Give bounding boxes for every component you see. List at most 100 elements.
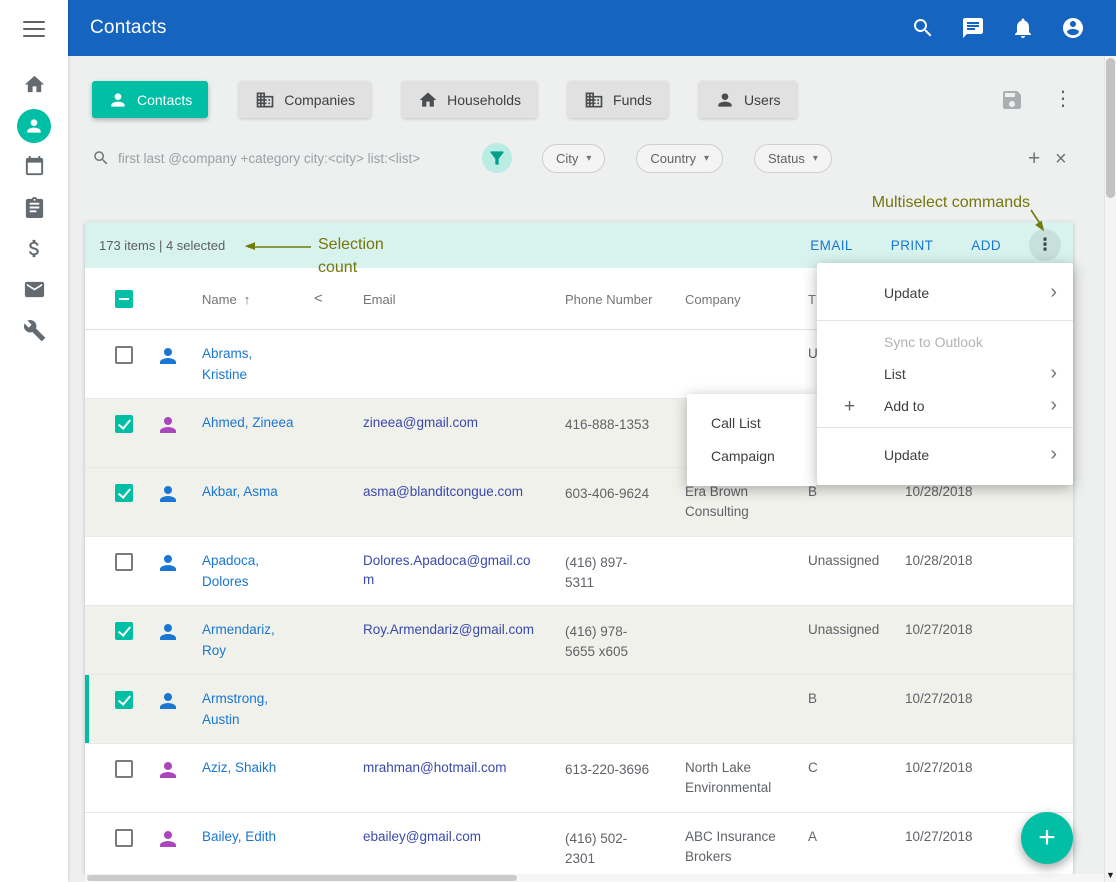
table-row[interactable]: Apadoca, Dolores Dolores.Apadoca@gmail.c… xyxy=(85,537,1073,606)
menu-item-update[interactable]: Update› xyxy=(817,271,1073,315)
menu-item-label: Update xyxy=(884,447,929,463)
add-button[interactable]: ADD xyxy=(971,238,1001,253)
annotation-selection-count: Selection count xyxy=(318,233,384,279)
row-checkbox[interactable] xyxy=(115,691,133,709)
house-icon xyxy=(418,90,438,110)
contact-name-link[interactable]: Abrams, Kristine xyxy=(202,346,252,382)
hamburger-menu-icon[interactable] xyxy=(23,21,45,42)
row-checkbox[interactable] xyxy=(115,553,133,571)
app-topbar: Contacts xyxy=(68,0,1116,56)
mail-icon xyxy=(23,278,46,301)
contact-company xyxy=(670,330,793,398)
contact-phone: (416) 897-5311 xyxy=(550,537,670,605)
filter-chip-country[interactable]: Country▾ xyxy=(636,144,723,173)
contact-email-link[interactable]: Dolores.Apadoca@gmail.com xyxy=(363,553,531,587)
person-icon xyxy=(24,116,44,136)
home-icon xyxy=(23,73,46,96)
contact-email-link[interactable]: Roy.Armendariz@gmail.com xyxy=(363,622,534,637)
person-icon xyxy=(108,90,128,110)
column-header-phone[interactable]: Phone Number xyxy=(550,268,670,329)
vertical-scrollbar[interactable]: ▼ xyxy=(1104,56,1116,882)
select-all-checkbox[interactable] xyxy=(115,290,133,308)
contact-name-link[interactable]: Bailey, Edith xyxy=(202,829,276,844)
sidebar-item-tools[interactable] xyxy=(23,310,46,351)
sidebar-item-contacts[interactable] xyxy=(17,105,51,146)
contact-name-link[interactable]: Armstrong, Austin xyxy=(202,691,268,727)
tab-contacts[interactable]: Contacts xyxy=(92,81,208,118)
contact-email-link[interactable]: asma@blanditcongue.com xyxy=(363,484,523,499)
person-avatar-icon xyxy=(156,689,180,713)
contact-email-link[interactable]: mrahman@hotmail.com xyxy=(363,760,507,775)
sidebar-item-money[interactable] xyxy=(23,228,46,269)
contact-name-link[interactable]: Aziz, Shaikh xyxy=(202,760,276,775)
chevron-down-icon: ▾ xyxy=(813,153,818,164)
add-filter-icon[interactable]: + xyxy=(1028,144,1040,174)
person-avatar-icon xyxy=(156,827,180,851)
menu-item-label: Add to xyxy=(884,398,924,414)
contact-category: Unassigned xyxy=(793,606,880,674)
contact-name-link[interactable]: Akbar, Asma xyxy=(202,484,278,499)
row-checkbox[interactable] xyxy=(115,622,133,640)
filter-chip-status[interactable]: Status▾ xyxy=(754,144,832,173)
column-header-company[interactable]: Company xyxy=(670,268,793,329)
contact-email-link[interactable]: zineea@gmail.com xyxy=(363,415,478,430)
sidebar-item-tasks[interactable] xyxy=(23,187,46,228)
chevron-right-icon: › xyxy=(1050,444,1057,464)
search-icon[interactable] xyxy=(911,16,935,40)
tab-label: Households xyxy=(447,92,521,108)
horizontal-scrollbar[interactable] xyxy=(85,874,1104,882)
row-checkbox[interactable] xyxy=(115,760,133,778)
clear-filters-icon[interactable]: × xyxy=(1055,144,1067,174)
notifications-icon[interactable] xyxy=(1011,16,1035,40)
tab-households[interactable]: Households xyxy=(402,81,537,118)
filter-chip-city[interactable]: City▾ xyxy=(542,144,605,173)
search-input[interactable] xyxy=(118,151,470,166)
menu-item-add-to[interactable]: +Add to› xyxy=(817,390,1073,422)
sidebar-item-mail[interactable] xyxy=(23,269,46,310)
person-avatar-icon xyxy=(156,551,180,575)
tab-funds[interactable]: Funds xyxy=(568,81,668,118)
chat-icon[interactable] xyxy=(961,16,985,40)
chevron-right-icon: › xyxy=(1050,395,1057,415)
table-row[interactable]: Bailey, Edith ebailey@gmail.com (416) 50… xyxy=(85,813,1073,874)
person-avatar-icon xyxy=(156,482,180,506)
horizontal-scrollbar-thumb[interactable] xyxy=(87,875,517,881)
menu-item-campaign[interactable]: Campaign xyxy=(687,440,817,473)
scroll-down-icon[interactable]: ▼ xyxy=(1105,870,1116,880)
row-checkbox[interactable] xyxy=(115,829,133,847)
row-checkbox[interactable] xyxy=(115,415,133,433)
print-button[interactable]: PRINT xyxy=(891,238,934,253)
table-row[interactable]: Aziz, Shaikh mrahman@hotmail.com 613-220… xyxy=(85,744,1073,813)
email-button[interactable]: EMAIL xyxy=(810,238,853,253)
row-checkbox[interactable] xyxy=(115,484,133,502)
chevron-down-icon: ▾ xyxy=(586,153,591,164)
chip-label: Country xyxy=(650,151,696,166)
menu-item-update-2[interactable]: Update › xyxy=(817,433,1073,477)
column-header-name[interactable]: Name↑ xyxy=(183,268,308,329)
tab-users[interactable]: Users xyxy=(699,81,797,118)
contact-date: 10/28/2018 xyxy=(880,537,990,605)
filter-button[interactable] xyxy=(482,143,512,173)
table-row[interactable]: Armendariz, Roy Roy.Armendariz@gmail.com… xyxy=(85,606,1073,675)
sidebar-item-calendar[interactable] xyxy=(23,146,46,187)
table-row[interactable]: Armstrong, Austin B 10/27/2018 xyxy=(85,675,1073,744)
view-options-kebab-icon[interactable]: ⋮ xyxy=(1051,87,1075,111)
contact-phone: (416) 502-2301 xyxy=(550,813,670,874)
contact-name-link[interactable]: Apadoca, Dolores xyxy=(202,553,259,589)
vertical-scrollbar-thumb[interactable] xyxy=(1106,58,1115,198)
sidebar-item-home[interactable] xyxy=(23,64,46,105)
users-icon xyxy=(715,90,735,110)
tab-companies[interactable]: Companies xyxy=(239,81,371,118)
row-checkbox[interactable] xyxy=(115,346,133,364)
multiselect-kebab-icon[interactable]: ⋮ xyxy=(1029,229,1061,261)
add-contact-fab[interactable]: + xyxy=(1021,812,1073,864)
menu-item-list[interactable]: List› xyxy=(817,358,1073,390)
account-icon[interactable] xyxy=(1061,16,1085,40)
header-label: Name xyxy=(202,292,237,307)
contact-name-link[interactable]: Armendariz, Roy xyxy=(202,622,275,658)
menu-item-call-list[interactable]: Call List xyxy=(687,407,817,440)
dollar-icon xyxy=(23,237,46,260)
contact-email-link[interactable]: ebailey@gmail.com xyxy=(363,829,481,844)
contact-name-link[interactable]: Ahmed, Zineea xyxy=(202,415,294,430)
save-view-button[interactable] xyxy=(1000,88,1024,112)
